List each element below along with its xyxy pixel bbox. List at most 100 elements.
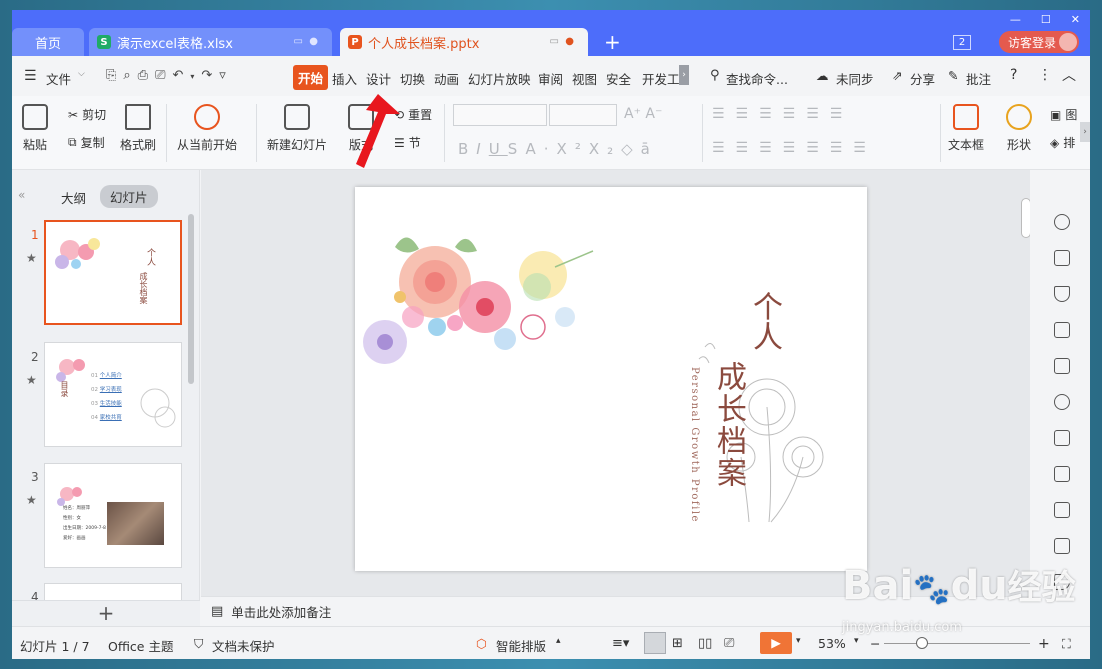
normal-view-icon[interactable] — [644, 632, 666, 654]
zoom-out-icon[interactable]: − — [870, 636, 880, 651]
slide-title-main[interactable]: 成长档案 — [711, 361, 746, 489]
fill-icon[interactable] — [1054, 286, 1070, 302]
new-tab-plus-icon[interactable]: + — [604, 30, 621, 54]
close-icon[interactable]: ✕ — [1071, 13, 1080, 26]
tab-animation[interactable]: 动画 — [434, 69, 459, 88]
zoom-level[interactable]: 53% — [818, 636, 846, 651]
share-icon[interactable]: ⇗ — [892, 68, 902, 83]
bar-chart-icon[interactable] — [1054, 358, 1070, 374]
image-icon[interactable] — [1054, 538, 1070, 554]
tab-slideshow[interactable]: 幻灯片放映 — [468, 69, 531, 88]
slide-thumbnail-4[interactable] — [44, 583, 182, 601]
play-from-current-button[interactable]: 从当前开始 — [177, 104, 237, 153]
add-slide-plus-icon[interactable]: + — [12, 600, 200, 626]
slide-sorter-icon[interactable]: ⊞ — [672, 636, 683, 651]
slide-thumbnail-3[interactable]: 姓名：周丽萍 性别：女 出生日期：2009-7-8 爱好：画画 — [44, 463, 182, 568]
tab-transition[interactable]: 切换 — [400, 69, 425, 88]
tab-home[interactable]: 首页 — [12, 28, 84, 56]
font-style-icons[interactable]: BIUSA·X²X₂◇ā — [458, 140, 658, 158]
sync-status[interactable]: 未同步 — [836, 69, 874, 88]
outline-tab[interactable]: 大纲 — [61, 188, 86, 207]
image-layers-icon[interactable] — [1054, 430, 1070, 446]
command-search[interactable]: 查找命令... — [726, 69, 788, 88]
maximize-icon[interactable]: ☐ — [1041, 13, 1051, 26]
reading-view-icon[interactable]: ▯▯ — [698, 636, 712, 651]
tab-pptx-controls[interactable]: ▭ ● — [549, 36, 574, 47]
smart-layout-button[interactable]: 智能排版 — [496, 636, 546, 655]
slide-thumbnail-1[interactable]: 个人 成长档案 — [44, 220, 182, 325]
collapse-pane-icon[interactable]: « — [18, 188, 25, 202]
comment-button[interactable]: 批注 — [966, 69, 991, 88]
ribbon-divider — [166, 104, 167, 162]
zoom-in-icon[interactable]: + — [1038, 636, 1050, 652]
help-icon[interactable]: ? — [1010, 67, 1017, 83]
pane-scrollbar[interactable] — [188, 214, 194, 384]
more-icon[interactable]: ⋮ — [1038, 67, 1052, 83]
cut-button[interactable]: ✂ 剪切 — [68, 106, 106, 123]
search-icon[interactable]: ⚲ — [710, 68, 720, 83]
menu-scroll-right-icon[interactable]: › — [679, 65, 689, 85]
canvas-scrollbar[interactable] — [1021, 192, 1031, 572]
visitor-login-button[interactable]: 访客登录 — [999, 31, 1079, 53]
tab-developer[interactable]: 开发工 — [642, 69, 680, 88]
hamburger-icon[interactable]: ☰ — [24, 68, 37, 84]
ribbon-divider — [444, 104, 445, 162]
ribbon-scroll-right-icon[interactable]: › — [1080, 122, 1090, 142]
transform-icon[interactable] — [1054, 250, 1070, 266]
file-menu[interactable]: 文件 — [46, 69, 71, 88]
theme-name[interactable]: Office 主题 — [108, 636, 173, 655]
archive-icon[interactable] — [1054, 502, 1070, 518]
chevron-down-icon[interactable]: ▾ — [796, 636, 801, 646]
zoom-slider[interactable] — [884, 643, 1030, 644]
slide-title-top[interactable]: 个人 — [747, 291, 782, 351]
sliders-icon[interactable] — [1054, 394, 1070, 410]
tab-view[interactable]: 视图 — [572, 69, 597, 88]
textbox-button[interactable]: 文本框 — [948, 104, 984, 153]
export-icon[interactable] — [1054, 466, 1070, 482]
presenter-view-icon[interactable]: ⎚ — [724, 636, 734, 651]
tab-review[interactable]: 审阅 — [538, 69, 563, 88]
chevron-down-icon[interactable]: ⌵ — [78, 69, 85, 79]
chevron-up-icon[interactable]: ▴ — [556, 636, 561, 646]
dandelion-illustration — [698, 343, 824, 523]
smart-layout-icon[interactable]: ⬡ — [476, 636, 487, 651]
alignment-icons[interactable]: ☰☰☰☰☰☰☰ — [712, 140, 877, 156]
font-size-adjust-icons[interactable]: A⁺ A⁻ — [624, 106, 662, 122]
shape-button[interactable]: 形状 — [1006, 104, 1032, 153]
minimize-icon[interactable]: — — [1010, 13, 1021, 26]
quick-access-toolbar[interactable]: ⎘⌕⎙⎚↶▾↷▿ — [106, 68, 233, 83]
new-slide-button[interactable]: 新建幻灯片 — [267, 104, 327, 153]
arrange-button[interactable]: ◈ 排 — [1050, 134, 1075, 151]
picture-button[interactable]: ▣ 图 — [1050, 106, 1077, 123]
font-family-select[interactable] — [453, 104, 547, 126]
paragraph-icons[interactable]: ☰☰☰☰☰☰ — [712, 106, 853, 122]
notes-view-icon[interactable]: ≡▾ — [612, 636, 629, 651]
format-painter-button[interactable]: 格式刷 — [120, 104, 156, 153]
tab-start[interactable]: 开始 — [293, 65, 329, 90]
chevron-down-icon[interactable]: ▾ — [854, 636, 859, 646]
tab-security[interactable]: 安全 — [606, 69, 631, 88]
play-slideshow-button[interactable]: ▶ — [760, 632, 792, 654]
protection-status[interactable]: 文档未保护 — [212, 636, 275, 655]
slide-subtitle[interactable]: Personal Growth Profile — [689, 367, 700, 523]
share-button[interactable]: 分享 — [910, 69, 935, 88]
star-icon[interactable] — [1054, 214, 1070, 230]
collapse-ribbon-icon[interactable]: ︿ — [1062, 65, 1076, 85]
tab-xlsx-file[interactable]: S 演示excel表格.xlsx ▭ ● — [89, 28, 332, 56]
tab-design[interactable]: 设计 — [366, 69, 391, 88]
tab-xlsx-controls[interactable]: ▭ ● — [293, 36, 318, 47]
slide-thumbnail-2[interactable]: 目录 01 个人简介 02 学习表现 03 生活技能 04 家校共育 — [44, 342, 182, 447]
slides-tab[interactable]: 幻灯片 — [100, 185, 158, 208]
zoom-slider-handle[interactable] — [916, 637, 928, 649]
cloud-sync-icon[interactable]: ☁ — [816, 68, 829, 83]
tab-pptx-file[interactable]: P 个人成长档案.pptx ▭ ● — [340, 28, 588, 56]
current-slide[interactable]: 个人 成长档案 Personal Growth Profile — [355, 187, 867, 571]
fit-window-icon[interactable]: ⛶ — [1062, 636, 1071, 652]
font-size-select[interactable] — [549, 104, 617, 126]
comment-icon[interactable]: ✎ — [948, 68, 958, 83]
grid-icon[interactable] — [1054, 322, 1070, 338]
window-count-badge[interactable]: 2 — [953, 35, 971, 50]
paste-button[interactable]: 粘贴 — [22, 104, 48, 153]
tab-insert[interactable]: 插入 — [332, 69, 357, 88]
copy-button[interactable]: ⧉ 复制 — [68, 134, 105, 151]
